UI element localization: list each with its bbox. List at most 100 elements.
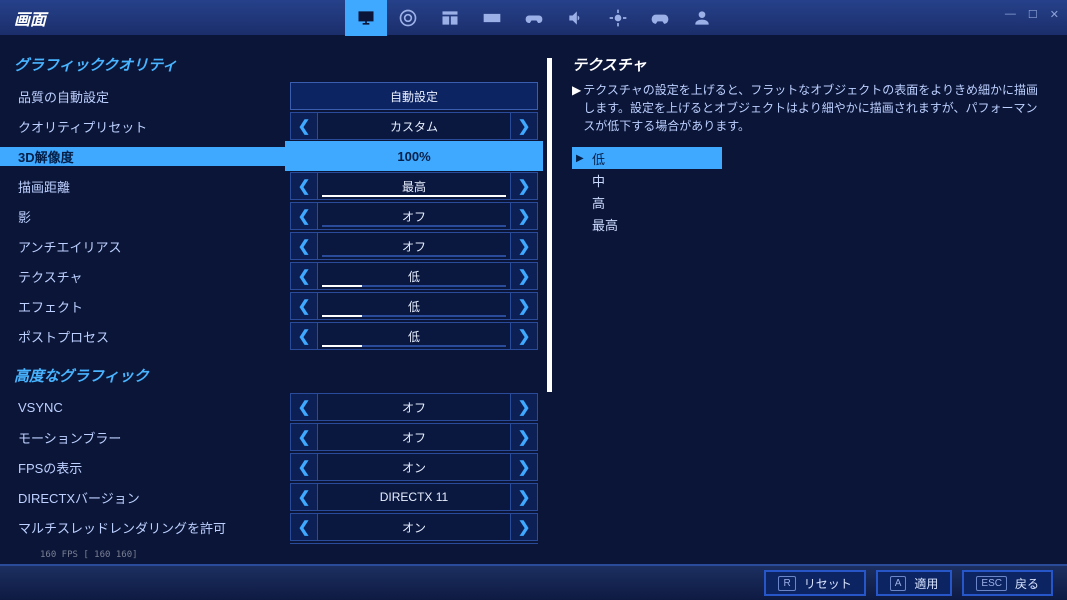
detail-option[interactable]: 高	[572, 191, 1047, 213]
setting-row: マルチスレッドレンダリングを許可 ❮ オン ❯	[0, 512, 546, 542]
apply-button[interactable]: A適用	[876, 570, 953, 596]
arrow-right-icon[interactable]: ❯	[510, 513, 538, 541]
auto-set-button[interactable]: 自動設定	[290, 82, 538, 110]
reset-button[interactable]: Rリセット	[764, 570, 865, 596]
arrow-left-icon[interactable]: ❮	[290, 453, 318, 481]
arrow-left-icon[interactable]: ❮	[290, 172, 318, 200]
detail-option[interactable]: 中	[572, 169, 1047, 191]
arrow-right-icon[interactable]: ❯	[510, 483, 538, 511]
arrow-right-icon[interactable]: ❯	[510, 202, 538, 230]
setting-label: アンチエイリアス	[0, 237, 285, 256]
setting-label: ポストプロセス	[0, 327, 285, 346]
arrow-right-icon[interactable]: ❯	[510, 423, 538, 451]
detail-text: ▶テクスチャの設定を上げると、フラットなオブジェクトの表面をよりきめ細かに描画し…	[572, 81, 1047, 135]
arrow-right-icon[interactable]: ❯	[510, 112, 538, 140]
arrow-right-icon[interactable]: ❯	[510, 393, 538, 421]
setting-label: モーションブラー	[0, 428, 285, 447]
tab-controller-config[interactable]	[513, 0, 555, 36]
key-badge: ESC	[976, 576, 1007, 591]
arrow-left-icon[interactable]: ❮	[290, 423, 318, 451]
window-controls: — ☐ ✕	[1005, 8, 1059, 21]
arrow-left-icon[interactable]: ❮	[290, 262, 318, 290]
tab-controller[interactable]	[639, 0, 681, 36]
detail-options: ▶低中高最高	[572, 147, 1047, 235]
setting-label: VSYNC	[0, 400, 285, 415]
close-icon[interactable]: ✕	[1050, 8, 1059, 21]
setting-value: DIRECTX 11	[318, 483, 510, 511]
setting-row: テクスチャ ❮低❯	[0, 261, 546, 291]
arrow-left-icon[interactable]: ❮	[290, 232, 318, 260]
footer-bar: Rリセット A適用 ESC戻る	[0, 564, 1067, 600]
arrow-left-icon[interactable]: ❮	[290, 513, 318, 541]
detail-option[interactable]: ▶低	[572, 147, 722, 169]
setting-row: クオリティプリセット❮カスタム❯	[0, 111, 546, 141]
arrow-left-icon[interactable]: ❮	[290, 112, 318, 140]
setting-value: オフ	[318, 232, 510, 260]
setting-value: オフ	[318, 393, 510, 421]
setting-value: 低	[318, 262, 510, 290]
setting-row: FPSの表示 ❮オン❯	[0, 452, 546, 482]
setting-row: VSYNC ❮オフ❯	[0, 392, 546, 422]
arrow-left-icon[interactable]: ❮	[290, 483, 318, 511]
triangle-icon: ▶	[572, 81, 581, 135]
minimize-icon[interactable]: —	[1005, 8, 1016, 21]
section-header: 高度なグラフィック	[0, 351, 546, 392]
setting-label: マルチスレッドレンダリングを許可	[0, 518, 285, 537]
setting-value: カスタム	[318, 112, 510, 140]
tab-accessibility[interactable]	[597, 0, 639, 36]
setting-row: 描画距離❮最高❯	[0, 171, 546, 201]
triangle-icon: ▶	[576, 153, 588, 164]
arrow-right-icon[interactable]: ❯	[510, 232, 538, 260]
setting-row: GPUクラッシュデバッグの使用❮オフ❯	[0, 542, 546, 544]
arrow-right-icon[interactable]: ❯	[510, 322, 538, 350]
arrow-right-icon[interactable]: ❯	[510, 172, 538, 200]
tab-account[interactable]	[681, 0, 723, 36]
tab-game[interactable]	[387, 0, 429, 36]
setting-value[interactable]: 100%	[285, 149, 543, 164]
maximize-icon[interactable]: ☐	[1028, 8, 1038, 21]
detail-title: テクスチャ	[572, 54, 1047, 75]
setting-row: 品質の自動設定自動設定	[0, 81, 546, 111]
setting-row: エフェクト ❮低❯	[0, 291, 546, 321]
tab-strip	[345, 0, 723, 36]
arrow-right-icon[interactable]: ❯	[510, 262, 538, 290]
key-badge: R	[778, 576, 795, 591]
top-bar: 画面 — ☐ ✕	[0, 0, 1067, 36]
key-badge: A	[890, 576, 907, 591]
fps-overlay: 160 FPS [ 160 160]	[40, 550, 138, 560]
arrow-left-icon[interactable]: ❮	[290, 393, 318, 421]
page-title: 画面	[0, 6, 60, 30]
setting-row: ポストプロセス ❮低❯	[0, 321, 546, 351]
setting-value: 低	[318, 322, 510, 350]
setting-value: 最高	[318, 172, 510, 200]
setting-label: 3D解像度	[0, 147, 285, 166]
arrow-right-icon[interactable]: ❯	[510, 292, 538, 320]
setting-label: FPSの表示	[0, 458, 285, 477]
setting-label: 品質の自動設定	[0, 87, 285, 106]
detail-panel: テクスチャ ▶テクスチャの設定を上げると、フラットなオブジェクトの表面をよりきめ…	[552, 36, 1067, 564]
arrow-left-icon[interactable]: ❮	[290, 322, 318, 350]
arrow-right-icon[interactable]: ❯	[510, 453, 538, 481]
tab-keyboard[interactable]	[471, 0, 513, 36]
setting-value: オン	[318, 453, 510, 481]
setting-row: 影❮オフ❯	[0, 201, 546, 231]
setting-row: アンチエイリアス ❮オフ❯	[0, 231, 546, 261]
setting-value: 低	[318, 292, 510, 320]
arrow-right-icon[interactable]: ❯	[510, 543, 538, 544]
back-button[interactable]: ESC戻る	[962, 570, 1053, 596]
tab-ui[interactable]	[429, 0, 471, 36]
tab-audio[interactable]	[555, 0, 597, 36]
arrow-left-icon[interactable]: ❮	[290, 292, 318, 320]
setting-label: DIRECTXバージョン	[0, 488, 285, 507]
setting-label: テクスチャ	[0, 267, 285, 286]
setting-value: オン	[318, 513, 510, 541]
detail-option[interactable]: 最高	[572, 213, 1047, 235]
arrow-left-icon[interactable]: ❮	[290, 202, 318, 230]
setting-row: モーションブラー ❮オフ❯	[0, 422, 546, 452]
setting-row: 3D解像度100%	[0, 141, 546, 171]
tab-display[interactable]	[345, 0, 387, 36]
setting-label: エフェクト	[0, 297, 285, 316]
arrow-left-icon[interactable]: ❮	[290, 543, 318, 544]
setting-value: オフ	[318, 423, 510, 451]
setting-label: 影	[0, 207, 285, 226]
